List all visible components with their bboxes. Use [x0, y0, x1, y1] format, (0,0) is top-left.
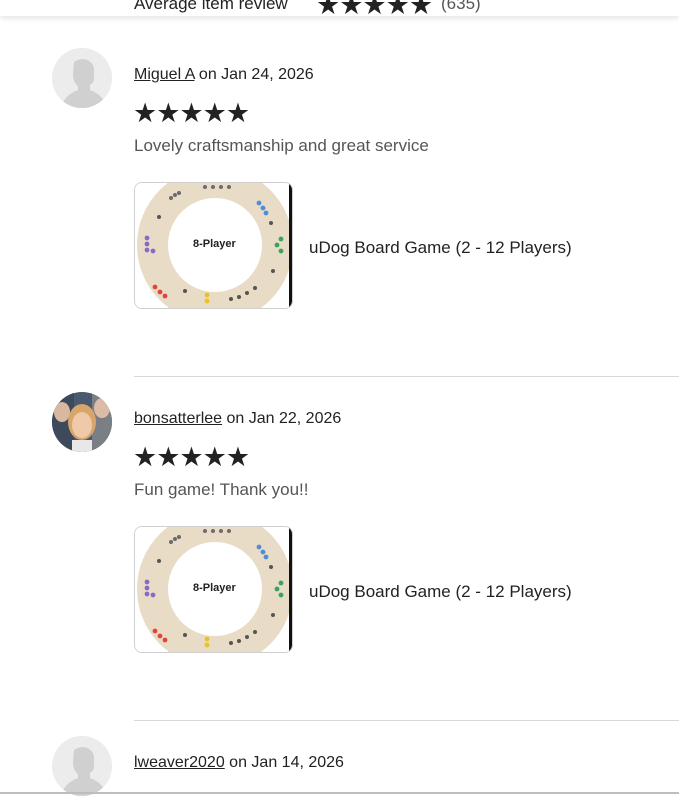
thumbnail-label: 8-Player [193, 582, 236, 594]
reviewer-link[interactable]: Miguel A [134, 66, 194, 83]
review-date: on Jan 14, 2026 [224, 754, 344, 771]
product-thumbnail[interactable]: 8-Player [134, 182, 293, 309]
product-title[interactable]: uDog Board Game (2 - 12 Players) [309, 238, 572, 258]
review-product[interactable]: 8-Player uDog Board Game (2 - 12 Players… [134, 526, 679, 653]
review-item: bonsatterlee on Jan 22, 2026 ★★★★★ Fun g… [0, 392, 679, 692]
average-review-bar: Average item review ★★★★★ (635) [0, 0, 679, 16]
product-title[interactable]: uDog Board Game (2 - 12 Players) [309, 582, 572, 602]
review-date: on Jan 22, 2026 [222, 410, 342, 427]
thumbnail-label: 8-Player [193, 238, 236, 250]
review-date: on Jan 24, 2026 [194, 66, 314, 83]
reviewer-link[interactable]: lweaver2020 [134, 754, 225, 771]
review-divider [134, 376, 679, 377]
review-text: Lovely craftsmanship and great service [134, 136, 429, 155]
review-divider [134, 720, 679, 721]
review-byline: Miguel A on Jan 24, 2026 [134, 66, 314, 84]
review-count: (635) [441, 0, 481, 13]
default-avatar-icon[interactable] [52, 736, 112, 796]
review-stars: ★★★★★ [133, 442, 250, 472]
review-item: Miguel A on Jan 24, 2026 ★★★★★ Lovely cr… [0, 48, 679, 348]
review-byline: bonsatterlee on Jan 22, 2026 [134, 410, 341, 428]
review-byline: lweaver2020 on Jan 14, 2026 [134, 754, 344, 772]
default-avatar-icon[interactable] [52, 48, 112, 108]
review-product[interactable]: 8-Player uDog Board Game (2 - 12 Players… [134, 182, 679, 309]
average-rating-stars: ★★★★★ [316, 0, 433, 16]
review-stars: ★★★★★ [133, 98, 250, 128]
product-thumbnail[interactable]: 8-Player [134, 526, 293, 653]
reviewer-link[interactable]: bonsatterlee [134, 410, 222, 427]
review-text: Fun game! Thank you!! [134, 480, 309, 499]
average-review-label: Average item review [134, 0, 288, 13]
review-item: lweaver2020 on Jan 14, 2026 [0, 736, 679, 796]
user-photo-avatar[interactable] [52, 392, 112, 452]
